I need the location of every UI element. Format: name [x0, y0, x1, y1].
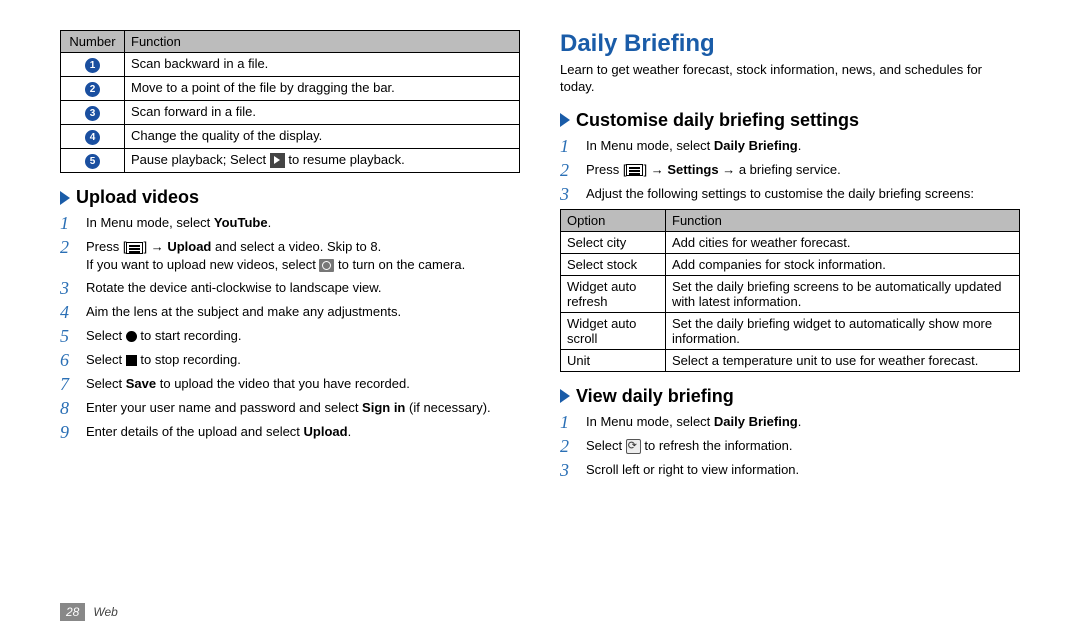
table-row: 4 Change the quality of the display.	[61, 125, 520, 149]
refresh-icon	[626, 439, 641, 454]
h2-customise: Customise daily briefing settings	[576, 110, 859, 131]
h2-view: View daily briefing	[576, 386, 734, 407]
th-function: Function	[125, 31, 520, 53]
h2-upload-videos: Upload videos	[76, 187, 199, 208]
playback-controls-table: Number Function 1 Scan backward in a fil…	[60, 30, 520, 173]
th-option: Option	[561, 209, 666, 231]
table-row: 2 Move to a point of the file by draggin…	[61, 77, 520, 101]
table-row: 5 Pause playback; Select to resume playb…	[61, 149, 520, 173]
options-table: Option Function Select city Add cities f…	[560, 209, 1020, 372]
step-number: 5	[60, 327, 76, 345]
camera-icon	[319, 259, 334, 272]
step-text: Rotate the device anti-clockwise to land…	[86, 279, 382, 297]
step-number: 3	[560, 461, 576, 479]
step-text: Adjust the following settings to customi…	[586, 185, 974, 203]
step-number: 6	[60, 351, 76, 369]
menu-key-icon	[626, 164, 643, 176]
intro-text: Learn to get weather forecast, stock inf…	[560, 62, 1020, 96]
fn-cell: Scan backward in a file.	[125, 53, 520, 77]
chevron-right-icon	[60, 191, 70, 205]
step-number: 1	[560, 137, 576, 155]
step-text: In Menu mode, select Daily Briefing.	[586, 413, 801, 431]
step-number: 9	[60, 423, 76, 441]
table-row: Widget auto refresh Set the daily briefi…	[561, 275, 1020, 312]
table-row: 3 Scan forward in a file.	[61, 101, 520, 125]
num-badge-2: 2	[85, 82, 100, 97]
step-text: Select to stop recording.	[86, 351, 241, 369]
table-row: Widget auto scroll Set the daily briefin…	[561, 312, 1020, 349]
page-number: 28	[60, 603, 85, 621]
step-number: 3	[60, 279, 76, 297]
step-text: Aim the lens at the subject and make any…	[86, 303, 401, 321]
chevron-right-icon	[560, 113, 570, 127]
table-row: Select stock Add companies for stock inf…	[561, 253, 1020, 275]
right-column: Daily Briefing Learn to get weather fore…	[560, 30, 1020, 485]
num-badge-3: 3	[85, 106, 100, 121]
upload-steps: 1 In Menu mode, select YouTube. 2 Press …	[60, 214, 520, 441]
step-text: Scroll left or right to view information…	[586, 461, 799, 479]
section-label: Web	[93, 605, 117, 619]
step-text: In Menu mode, select Daily Briefing.	[586, 137, 801, 155]
fn-cell: Select a temperature unit to use for wea…	[666, 349, 1020, 371]
num-badge-1: 1	[85, 58, 100, 73]
section-heading-view: View daily briefing	[560, 386, 1020, 407]
fn-cell: Scan forward in a file.	[125, 101, 520, 125]
num-badge-4: 4	[85, 130, 100, 145]
step-number: 2	[60, 238, 76, 256]
opt-cell: Select city	[561, 231, 666, 253]
table-row: Unit Select a temperature unit to use fo…	[561, 349, 1020, 371]
step-text: In Menu mode, select YouTube.	[86, 214, 271, 232]
step-number: 7	[60, 375, 76, 393]
opt-cell: Select stock	[561, 253, 666, 275]
step-number: 1	[60, 214, 76, 232]
step-number: 8	[60, 399, 76, 417]
step-text: Press [] → Settings → a briefing service…	[586, 161, 841, 179]
step-number: 2	[560, 437, 576, 455]
opt-cell: Widget auto scroll	[561, 312, 666, 349]
step-text: Enter details of the upload and select U…	[86, 423, 351, 441]
left-column: Number Function 1 Scan backward in a fil…	[60, 30, 520, 485]
table-row: 1 Scan backward in a file.	[61, 53, 520, 77]
customise-steps: 1 In Menu mode, select Daily Briefing. 2…	[560, 137, 1020, 203]
step-text: Select to start recording.	[86, 327, 242, 345]
opt-cell: Unit	[561, 349, 666, 371]
step-number: 3	[560, 185, 576, 203]
fn-cell: Change the quality of the display.	[125, 125, 520, 149]
fn-cell: Move to a point of the file by dragging …	[125, 77, 520, 101]
step-text: Enter your user name and password and se…	[86, 399, 491, 417]
stop-icon	[126, 355, 137, 366]
step-number: 2	[560, 161, 576, 179]
th-number: Number	[61, 31, 125, 53]
step-number: 1	[560, 413, 576, 431]
fn-cell: Set the daily briefing widget to automat…	[666, 312, 1020, 349]
page-layout: Number Function 1 Scan backward in a fil…	[0, 0, 1080, 495]
num-badge-5: 5	[85, 154, 100, 169]
chevron-right-icon	[560, 389, 570, 403]
h1-daily-briefing: Daily Briefing	[560, 30, 1020, 58]
section-heading-customise: Customise daily briefing settings	[560, 110, 1020, 131]
fn-cell: Add cities for weather forecast.	[666, 231, 1020, 253]
play-icon	[270, 153, 285, 168]
record-icon	[126, 331, 137, 342]
view-steps: 1 In Menu mode, select Daily Briefing. 2…	[560, 413, 1020, 479]
step-text: Select to refresh the information.	[586, 437, 793, 455]
fn-cell: Pause playback; Select to resume playbac…	[125, 149, 520, 173]
table-row: Select city Add cities for weather forec…	[561, 231, 1020, 253]
section-heading-upload: Upload videos	[60, 187, 520, 208]
menu-key-icon	[126, 242, 143, 254]
step-text: Select Save to upload the video that you…	[86, 375, 410, 393]
th-function: Function	[666, 209, 1020, 231]
fn-cell: Add companies for stock information.	[666, 253, 1020, 275]
opt-cell: Widget auto refresh	[561, 275, 666, 312]
step-text: Press [] → Upload and select a video. Sk…	[86, 238, 465, 273]
step-number: 4	[60, 303, 76, 321]
fn-cell: Set the daily briefing screens to be aut…	[666, 275, 1020, 312]
page-footer: 28 Web	[60, 603, 118, 621]
